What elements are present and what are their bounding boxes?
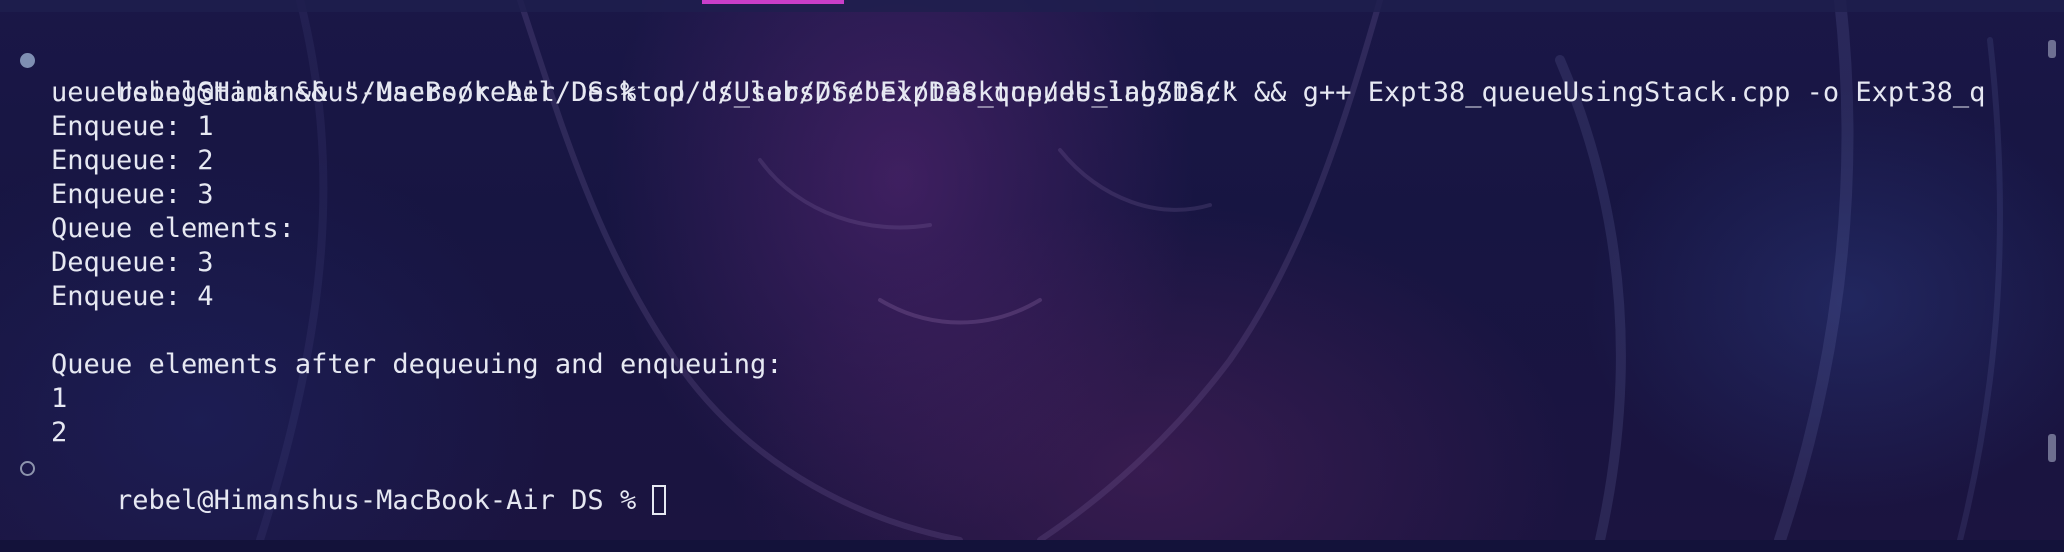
output-line: 1 xyxy=(51,383,68,414)
block-cursor-icon xyxy=(652,484,667,515)
active-terminal-tab-indicator[interactable] xyxy=(702,0,844,4)
output-line: Queue elements: xyxy=(51,213,295,244)
output-line: Enqueue: 1 xyxy=(51,111,214,142)
prompt-status-icon xyxy=(20,461,35,476)
output-line: Queue elements after dequeuing and enque… xyxy=(51,349,783,380)
tab-bar-strip xyxy=(0,0,2064,12)
output-line: Enqueue: 4 xyxy=(51,281,214,312)
command-line-wrapped: ueueUsingStack && "/Users/rebel/Desktop/… xyxy=(0,76,2040,110)
current-prompt-line[interactable]: rebel@Himanshus-MacBook-Air DS % xyxy=(0,450,2040,516)
output-line: Enqueue: 2 xyxy=(51,145,214,176)
scrollbar-top-marker[interactable] xyxy=(2048,40,2056,58)
command-success-icon[interactable] xyxy=(20,53,35,68)
command-text-continued: ueueUsingStack && "/Users/rebel/Desktop/… xyxy=(51,77,1238,108)
scrollbar-thumb[interactable] xyxy=(2048,434,2056,462)
terminal-output[interactable]: rebel@Himanshus-MacBook-Air DS % cd "/Us… xyxy=(0,42,2040,516)
current-prompt: rebel@Himanshus-MacBook-Air DS % xyxy=(116,485,653,516)
output-line: Enqueue: 3 xyxy=(51,179,214,210)
output-line: Dequeue: 3 xyxy=(51,247,214,278)
command-line: rebel@Himanshus-MacBook-Air DS % cd "/Us… xyxy=(0,42,2040,108)
output-line: 2 xyxy=(51,417,68,448)
